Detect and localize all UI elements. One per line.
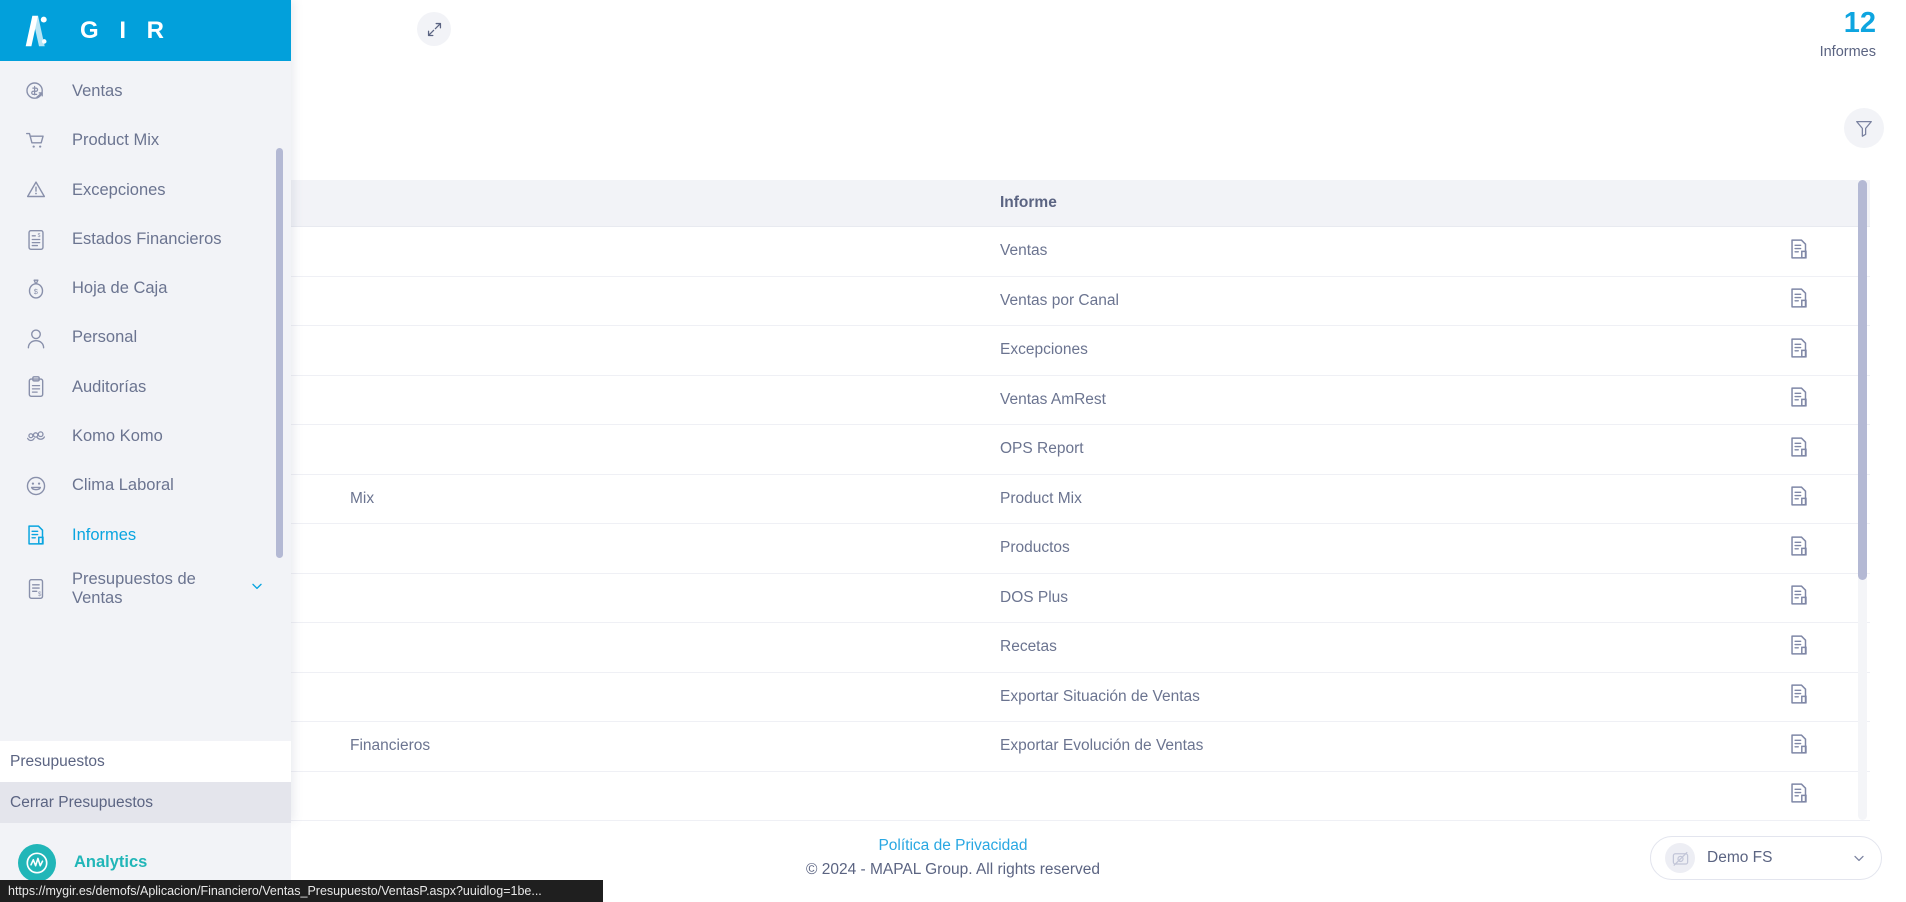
cell-informe: Exportar Situación de Ventas: [1000, 687, 1200, 705]
sidebar-item-presupuestos-de-ventas[interactable]: $ Presupuestos de Ventas: [0, 560, 291, 618]
company-selector[interactable]: Demo FS: [1650, 836, 1882, 880]
clipboard-audit-icon: [22, 373, 50, 401]
sidebar-brand-text: G I R: [80, 16, 172, 44]
sidebar: G I R Ventas Product Mix Excepciones $ Estad…: [0, 0, 291, 902]
expand-fullscreen-button[interactable]: [417, 12, 451, 46]
sidebar-submenu-item-presupuestos[interactable]: Presupuestos: [0, 741, 291, 782]
funnel-filter-icon: [1856, 121, 1872, 137]
sidebar-item-clima-laboral[interactable]: Clima Laboral: [0, 461, 291, 510]
report-document-icon[interactable]: [1786, 582, 1812, 613]
cell-informe: OPS Report: [1000, 440, 1084, 458]
analytics-wave-icon: [18, 843, 56, 882]
report-document-icon[interactable]: [1786, 335, 1812, 366]
sidebar-item-auditor-as[interactable]: Auditorías: [0, 363, 291, 412]
sidebar-item-komo-komo[interactable]: Komo Komo: [0, 412, 291, 461]
report-document-icon[interactable]: [1786, 632, 1812, 663]
table-scrollbar-thumb[interactable]: [1858, 180, 1867, 580]
analytics-label: Analytics: [74, 853, 148, 871]
filter-button[interactable]: [1844, 108, 1884, 148]
svg-text:$: $: [38, 232, 41, 238]
cell-informe: Product Mix: [1000, 489, 1082, 507]
sidebar-item-product-mix[interactable]: Product Mix: [0, 116, 291, 165]
sidebar-submenu-item-cerrar-presupuestos[interactable]: Cerrar Presupuestos: [0, 782, 291, 823]
report-document-icon[interactable]: [1786, 533, 1812, 564]
column-header-informe: Informe: [1000, 194, 1057, 211]
report-document-icon[interactable]: [1786, 483, 1812, 514]
money-bag-icon: $: [22, 275, 50, 303]
komo-komo-icon: [22, 423, 50, 451]
report-document-icon[interactable]: [1786, 434, 1812, 465]
report-count: 12 Informes: [1819, 7, 1876, 60]
sidebar-scrollbar-thumb[interactable]: [276, 148, 283, 558]
cell-informe: Ventas: [1000, 242, 1048, 260]
cell-informe: Ventas por Canal: [1000, 291, 1119, 309]
sidebar-item-informes[interactable]: Informes: [0, 511, 291, 560]
expand-arrows-icon: [427, 22, 441, 36]
cell-informe: Excepciones: [1000, 341, 1088, 359]
chevron-down-icon: [1854, 855, 1864, 862]
report-document-icon[interactable]: [1786, 780, 1812, 811]
report-document-icon[interactable]: [1786, 681, 1812, 712]
sidebar-item-personal[interactable]: Personal: [0, 313, 291, 362]
cell-informe: DOS Plus: [1000, 588, 1069, 606]
gir-logo-icon: [20, 12, 58, 50]
svg-text:$: $: [34, 287, 38, 296]
report-count-label: Informes: [1819, 43, 1876, 60]
sidebar-item-label: Clima Laboral: [72, 476, 174, 495]
company-placeholder-icon: [1665, 843, 1695, 873]
sidebar-nav: Ventas Product Mix Excepciones $ Estados Fin…: [0, 61, 291, 622]
report-document-icon[interactable]: [1786, 285, 1812, 316]
sidebar-item-label: Personal: [72, 328, 138, 347]
reports-document-icon: [22, 521, 50, 549]
cell-informe: Productos: [1000, 539, 1070, 557]
sidebar-item-label: Komo Komo: [72, 426, 163, 445]
sidebar-item-ventas[interactable]: Ventas: [0, 67, 291, 116]
report-document-icon[interactable]: [1786, 731, 1812, 762]
sidebar-item-label: Auditorías: [72, 377, 147, 396]
company-name: Demo FS: [1707, 849, 1773, 866]
sidebar-item-excepciones[interactable]: Excepciones: [0, 166, 291, 215]
report-count-number: 12: [1843, 7, 1876, 39]
sidebar-item-label: Informes: [72, 525, 137, 544]
sidebar-item-label: Product Mix: [72, 131, 160, 150]
svg-text:$: $: [38, 592, 42, 598]
financial-statement-icon: $: [22, 226, 50, 254]
sidebar-item-hoja-de-caja[interactable]: $ Hoja de Caja: [0, 264, 291, 313]
sidebar-brand[interactable]: G I R: [0, 0, 291, 61]
sidebar-item-label: Excepciones: [72, 180, 166, 199]
sidebar-item-estados-financieros[interactable]: $ Estados Financieros: [0, 215, 291, 264]
sales-dollar-icon: [22, 78, 50, 106]
sidebar-item-label: Hoja de Caja: [72, 279, 168, 298]
user-person-icon: [22, 324, 50, 352]
sidebar-submenu: Presupuestos Cerrar Presupuestos: [0, 741, 291, 823]
cell-informe: Exportar Evolución de Ventas: [1000, 737, 1204, 755]
sidebar-item-label: Estados Financieros: [72, 229, 222, 248]
browser-status-bar: https://mygir.es/demofs/Aplicacion/Finan…: [0, 880, 603, 902]
sidebar-item-label: Ventas: [72, 81, 123, 100]
smiley-face-icon: [22, 472, 50, 500]
cell-informe: Ventas AmRest: [1000, 390, 1106, 408]
shopping-cart-icon: [22, 127, 50, 155]
budget-document-icon: $: [22, 575, 50, 603]
report-document-icon[interactable]: [1786, 384, 1812, 415]
report-document-icon[interactable]: [1786, 236, 1812, 267]
warning-triangle-icon: [22, 176, 50, 204]
cell-informe: Recetas: [1000, 638, 1057, 656]
table-scrollbar[interactable]: [1858, 180, 1867, 820]
sidebar-item-label: Presupuestos de Ventas: [72, 569, 196, 607]
chevron-down-icon[interactable]: [249, 578, 265, 599]
